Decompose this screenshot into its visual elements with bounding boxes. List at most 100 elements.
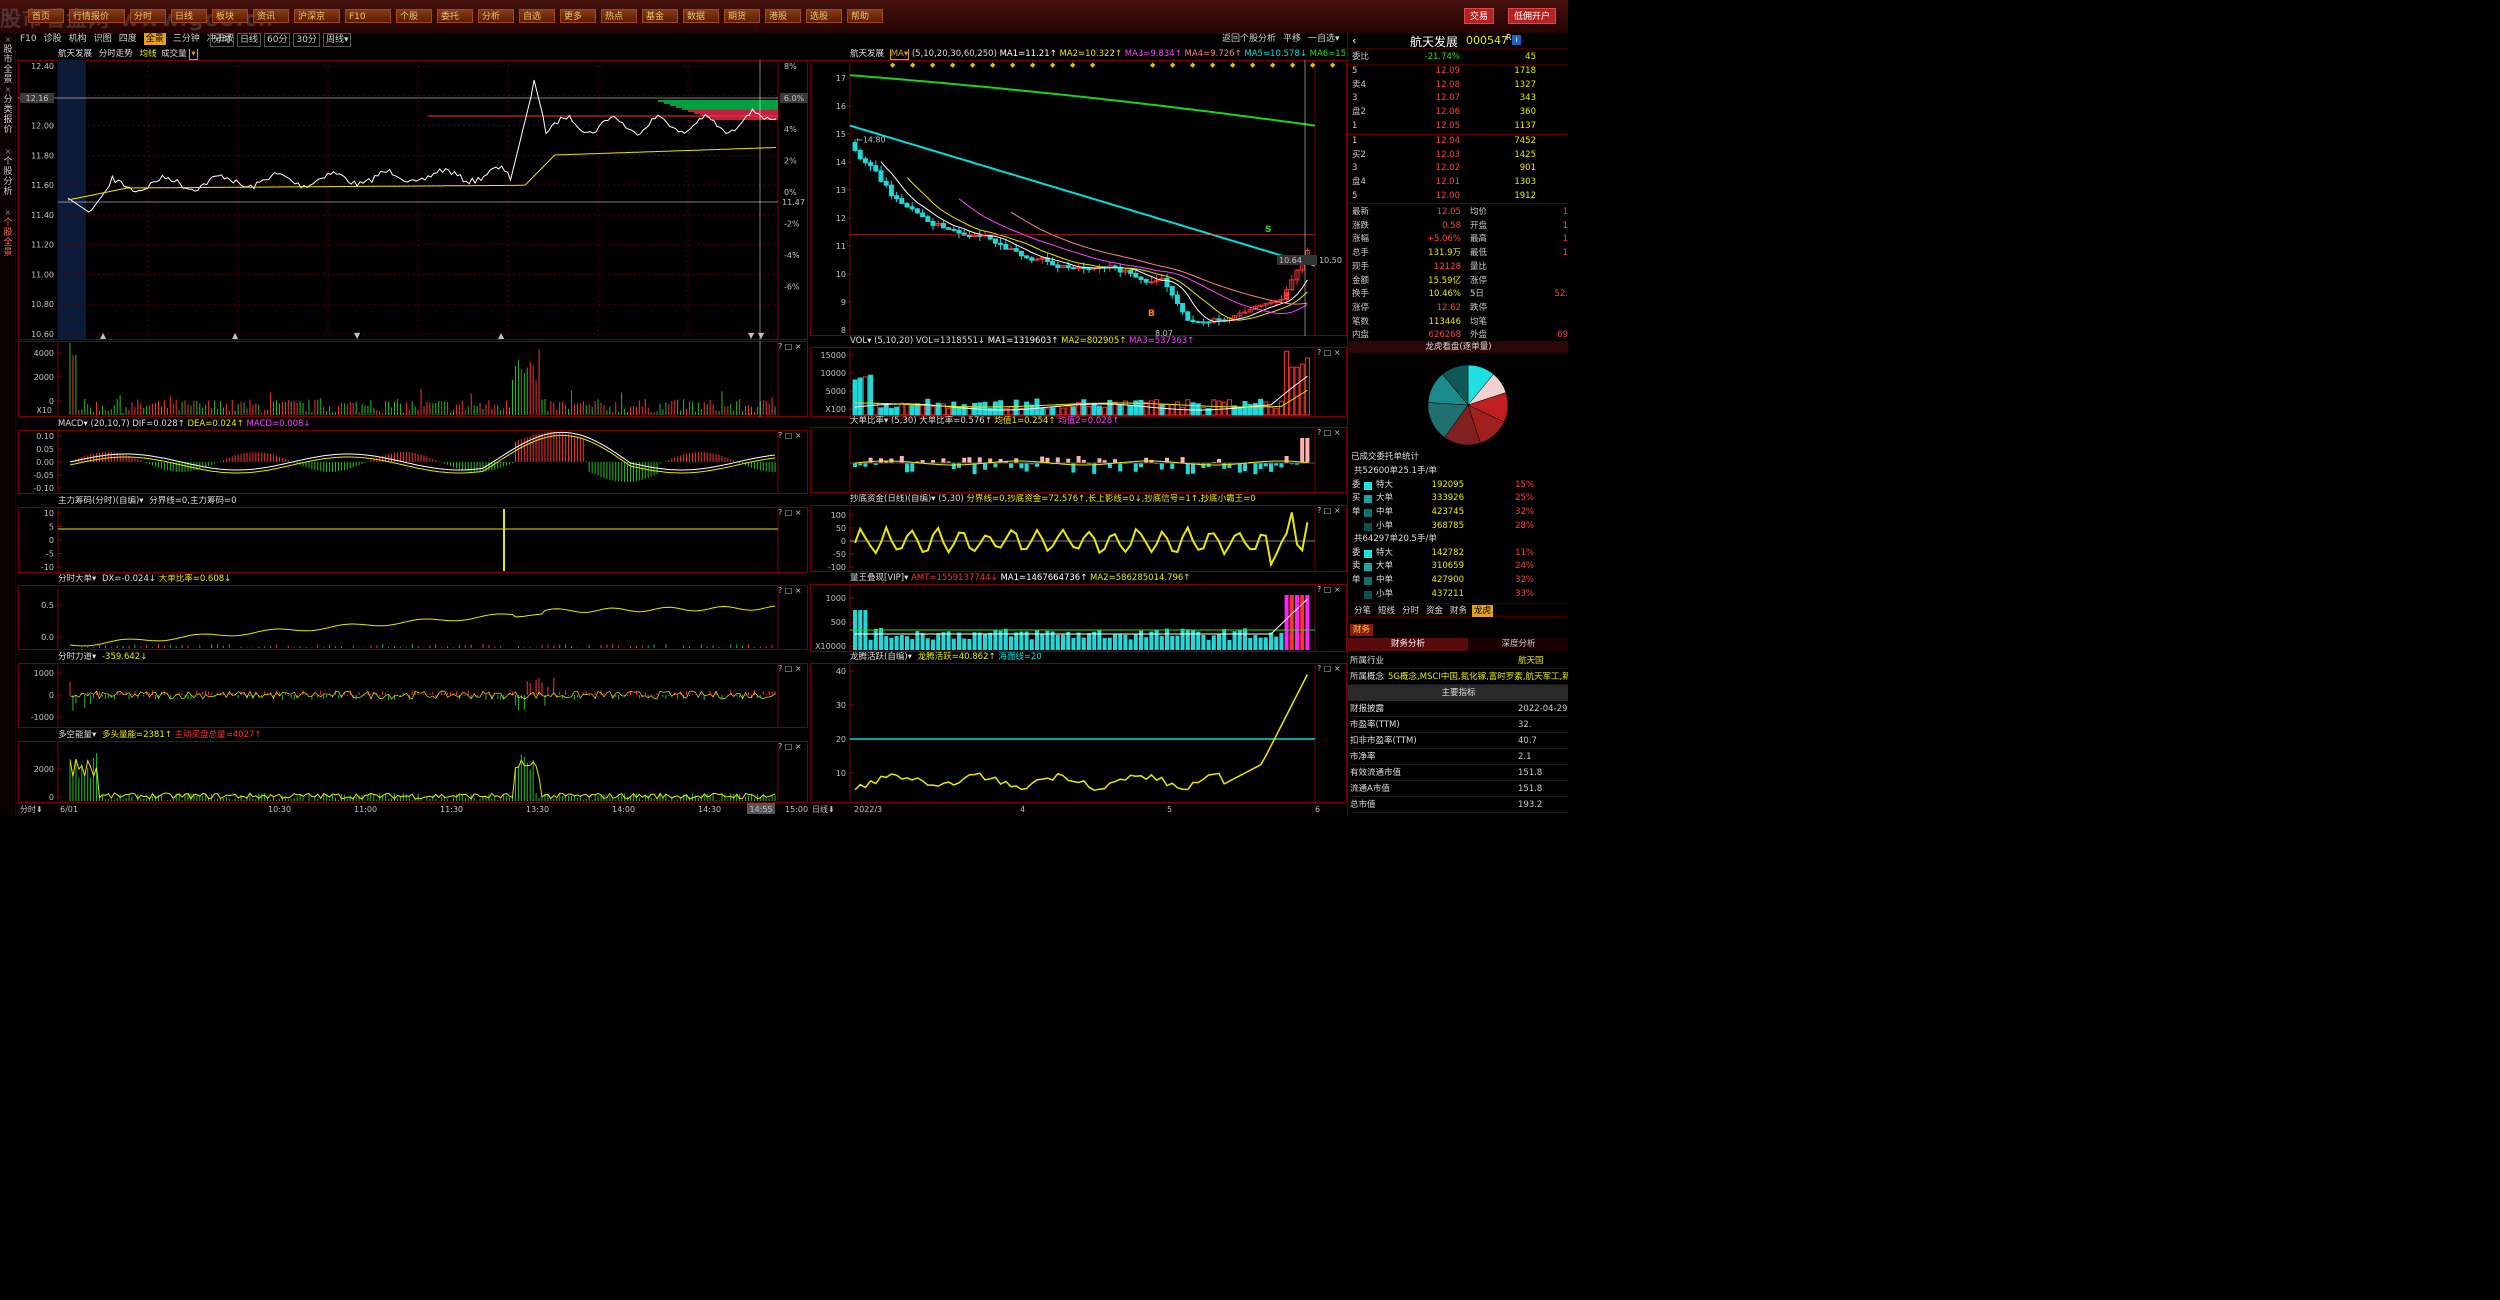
- close-icon[interactable]: ×: [2, 85, 14, 95]
- order-book-row[interactable]: 盘2 12.06 360: [1348, 106, 1568, 120]
- main-chip-label[interactable]: 主力筹码(分时)(自编)▾: [58, 496, 144, 506]
- order-book-row[interactable]: 3 12.07 343: [1348, 92, 1568, 106]
- panel-tab[interactable]: 龙虎: [1472, 605, 1494, 617]
- ma-selector[interactable]: MA▾: [889, 49, 910, 60]
- dragon-label[interactable]: 龙腾活跃(自编)▾: [850, 652, 912, 662]
- order-book-row[interactable]: 1 12.04 7452: [1348, 135, 1568, 149]
- intraday-period-label[interactable]: 分时⬇: [20, 804, 43, 814]
- top-menu-button[interactable]: 数据: [683, 9, 719, 23]
- dragon-chart[interactable]: ? □ × 40 30 20 10: [810, 663, 1347, 803]
- toolbar-right-item[interactable]: 平移: [1283, 33, 1301, 45]
- bottom-fund-chart[interactable]: ? □ × 100 50 0 -50 -100: [810, 505, 1347, 572]
- top-menu-button[interactable]: 港股: [765, 9, 801, 23]
- panel-controls[interactable]: ? □ ×: [778, 664, 802, 673]
- vtab-category-quote[interactable]: × 分类报价: [2, 85, 14, 135]
- panel-tab[interactable]: 分笔: [1352, 605, 1373, 617]
- toolbar-item[interactable]: 全景: [143, 33, 166, 45]
- intraday-price-chart[interactable]: 12.4012.2012.0011.8011.6011.4011.2011.00…: [18, 60, 808, 340]
- top-menu-button[interactable]: 日线: [171, 9, 207, 23]
- panel-controls[interactable]: ? □ ×: [778, 742, 802, 751]
- fin-tab[interactable]: 财务: [1350, 624, 1374, 636]
- top-menu-button[interactable]: 板块: [212, 9, 248, 23]
- energy-label[interactable]: 多空能量▾: [58, 730, 96, 740]
- toolbar-item[interactable]: 四度: [119, 33, 137, 45]
- order-book-row[interactable]: 1 12.05 1137: [1348, 120, 1568, 134]
- toolbar-item[interactable]: F10: [20, 33, 37, 45]
- panel-controls[interactable]: ? □ ×: [778, 586, 802, 595]
- order-book-row[interactable]: 5 12.00 1912: [1348, 190, 1568, 204]
- panel-controls[interactable]: ? □ ×: [1317, 506, 1341, 515]
- panel-tab[interactable]: 财务: [1448, 605, 1469, 617]
- top-menu-button[interactable]: 沪深京: [294, 9, 340, 23]
- close-icon[interactable]: ×: [2, 35, 14, 45]
- fin-subtab-analysis[interactable]: 财务分析: [1348, 638, 1468, 651]
- open-account-button[interactable]: 低佣开户: [1508, 8, 1557, 24]
- order-book-row[interactable]: 3 12.02 901: [1348, 162, 1568, 176]
- top-menu-button[interactable]: 行情报价: [69, 9, 125, 23]
- top-menu-button[interactable]: F10: [345, 9, 391, 23]
- daily-vol-label[interactable]: VOL▾: [850, 336, 871, 346]
- toolbar-item[interactable]: 机构: [69, 33, 87, 45]
- period-tab[interactable]: 周线▾: [322, 33, 352, 47]
- big-order-label[interactable]: 分时大单▾: [58, 574, 96, 584]
- energy-chart[interactable]: ? □ × 2000 0: [18, 741, 808, 803]
- top-menu-button[interactable]: 自选: [519, 9, 555, 23]
- period-tab[interactable]: 30分: [293, 33, 320, 47]
- toolbar-right-item[interactable]: 一自选▾: [1308, 33, 1340, 45]
- qty-label[interactable]: 量王叠现[VIP]▾: [850, 573, 908, 583]
- top-menu-button[interactable]: 帮助: [847, 9, 883, 23]
- top-menu-button[interactable]: 分时: [130, 9, 166, 23]
- period-tab[interactable]: 日线: [237, 33, 262, 47]
- info-icon[interactable]: i: [1512, 35, 1521, 45]
- daily-candlestick-chart[interactable]: 171615141312111098◆◆◆◆◆◆◆◆◆◆◆◆◆◆◆◆◆◆◆◆◆◆…: [810, 60, 1347, 336]
- back-arrow-icon[interactable]: ‹: [1352, 34, 1356, 47]
- top-menu-button[interactable]: 基金: [642, 9, 678, 23]
- daily-volume-chart[interactable]: ? □ × 15000 10000 5000 X100: [810, 347, 1347, 417]
- vtab-stock-panorama[interactable]: × 个股全景: [2, 208, 14, 258]
- macd-label[interactable]: MACD▾: [58, 419, 88, 429]
- intraday-volume-chart[interactable]: ? □ × 4000 2000 0X10: [18, 341, 808, 417]
- period-tab[interactable]: 分时: [210, 33, 235, 47]
- panel-tab[interactable]: 分时: [1400, 605, 1421, 617]
- close-icon[interactable]: ×: [2, 208, 14, 218]
- panel-tab[interactable]: 短线: [1376, 605, 1397, 617]
- panel-controls[interactable]: ? □ ×: [778, 431, 802, 440]
- big-order-chart[interactable]: ? □ × 0.5 0.0: [18, 585, 808, 650]
- panel-controls[interactable]: ? □ ×: [1317, 664, 1341, 673]
- panel-controls[interactable]: ? □ ×: [778, 342, 802, 351]
- toolbar-item[interactable]: 三分钟: [173, 33, 200, 45]
- panel-controls[interactable]: ? □ ×: [1317, 348, 1341, 357]
- force-chart[interactable]: ? □ × 1000 0 -1000: [18, 663, 808, 728]
- top-menu-button[interactable]: 资讯: [253, 9, 289, 23]
- top-menu-button[interactable]: 期货: [724, 9, 760, 23]
- top-menu-button[interactable]: 首页: [28, 9, 64, 23]
- vtab-market-overview[interactable]: × 股市全景: [2, 35, 14, 85]
- daily-period-label[interactable]: 日线⬇: [812, 804, 835, 814]
- macd-chart[interactable]: ? □ × 0.10 0.05 0.00 -0.05 -0.10: [18, 430, 808, 494]
- panel-controls[interactable]: ? □ ×: [1317, 428, 1341, 437]
- trade-button[interactable]: 交易: [1464, 8, 1495, 24]
- top-menu-button[interactable]: 委托: [437, 9, 473, 23]
- panel-controls[interactable]: ? □ ×: [1317, 585, 1341, 594]
- main-chip-chart[interactable]: ? □ × 10 5 0 -5 -10: [18, 507, 808, 573]
- force-label[interactable]: 分时力道▾: [58, 652, 96, 662]
- order-book-row[interactable]: 买2 12.03 1425: [1348, 149, 1568, 163]
- dropdown-icon[interactable]: ▾: [189, 49, 198, 60]
- bottom-fund-label[interactable]: 抄底资金(日线)(自编)▾: [850, 494, 936, 504]
- vtab-stock-analysis[interactable]: × 个股分析: [2, 147, 14, 197]
- order-book-row[interactable]: 卖4 12.08 1327: [1348, 79, 1568, 93]
- order-book-row[interactable]: 盘4 12.01 1303: [1348, 176, 1568, 190]
- top-menu-button[interactable]: 分析: [478, 9, 514, 23]
- top-menu-button[interactable]: 更多: [560, 9, 596, 23]
- toolbar-item[interactable]: 识图: [94, 33, 112, 45]
- order-book-row[interactable]: 5 12.09 1718: [1348, 65, 1568, 79]
- toolbar-right-item[interactable]: 返回个股分析: [1222, 33, 1276, 45]
- big-ratio-label[interactable]: 大单比率▾: [850, 416, 888, 426]
- big-ratio-chart[interactable]: ? □ ×: [810, 427, 1347, 493]
- fin-subtab-deep[interactable]: 深度分析: [1468, 638, 1568, 651]
- top-menu-button[interactable]: 热点: [601, 9, 637, 23]
- close-icon[interactable]: ×: [2, 147, 14, 157]
- period-tab[interactable]: 60分: [264, 33, 291, 47]
- toolbar-item[interactable]: 诊股: [44, 33, 62, 45]
- panel-controls[interactable]: ? □ ×: [778, 508, 802, 517]
